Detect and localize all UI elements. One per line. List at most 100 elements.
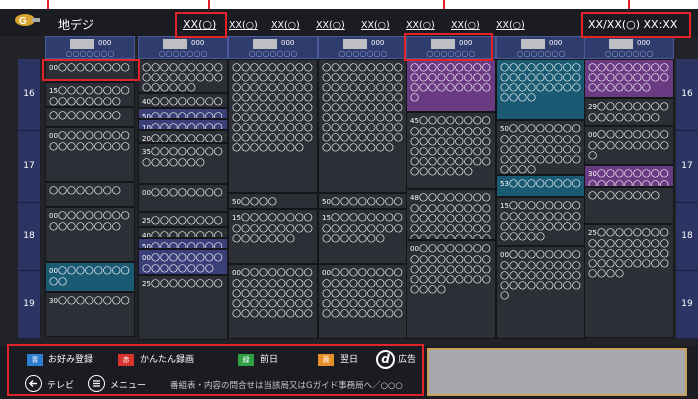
program-cell[interactable]: 50○○○○○○○○○○○○○○○○○○○○○○○○○○○○○○○○○○○○○○…	[496, 120, 586, 175]
program-cell[interactable]: 50○○○○	[228, 193, 318, 209]
yellow-button[interactable]: 黄	[318, 354, 334, 366]
program-start-minute: 15	[322, 214, 331, 222]
date-tab[interactable]: XX(○)	[271, 20, 300, 31]
program-cell[interactable]: ○○○○○○○○○○○○○○○○○○○○○○○○○○○○○○○○○○○○○○○○…	[318, 59, 408, 193]
date-tab[interactable]: XX(○)	[451, 20, 480, 31]
program-title: 48○○○○○○○○○○○○○○○○○○○○○○○○○○○○○○○○○○○○○○…	[410, 192, 492, 239]
program-cell[interactable]: 00○○○○○○○○○○○○○○○○○○	[584, 126, 674, 165]
program-cell[interactable]: 00○○○○○○○○○○○○○○○○○○○○○○○○○○○○○○○○○○○○○○…	[406, 240, 496, 339]
back-arrow-icon[interactable]	[25, 375, 42, 392]
program-cell[interactable]: 10○○○○○○○○	[138, 119, 228, 130]
channel-header[interactable]: 000 ○○○○○○○	[406, 36, 496, 59]
program-title-text: ○○○○○○○○○○○○○○○○○○○○○○○○○○○○○○○○○○○○○○○	[410, 242, 491, 295]
channel-header[interactable]: 000 ○○○○○○○	[496, 36, 586, 59]
program-cell[interactable]: ○○○○○○○○	[45, 107, 135, 127]
program-title-text: ○○○○○○○○	[150, 95, 223, 107]
menu-label: メニュー	[110, 381, 147, 391]
channel-header[interactable]: 000 ○○○○○○○	[584, 36, 674, 59]
program-cell[interactable]: 15○○○○○○○○○○○○○○○○	[45, 82, 135, 107]
date-tab[interactable]: XX(○)	[406, 20, 435, 31]
program-cell[interactable]: ○○○○○○○○○○○○○○○○○○○○○○○○○	[584, 59, 674, 98]
program-cell[interactable]: 30○○○○○○○○○○○○○○○○○○○○○○	[584, 165, 674, 187]
program-title-text: ○○○○○○○○○○○○○○○○	[588, 100, 669, 123]
program-title-text: ○○○○○○○○○○○○○○○○○○○○○○○○○○○○○○○○○○○○	[500, 248, 581, 301]
channel-name: ○○○○○○○	[248, 49, 298, 58]
program-title: ○○○○○○○○○○○○○○○○○○○○○○○○	[142, 62, 224, 92]
program-cell[interactable]: 50○○○○○○○○○○○○○○	[318, 193, 408, 209]
program-cell[interactable]: 29○○○○○○○○○○○○○○○○	[584, 98, 674, 126]
program-cell[interactable]: ○○○○○○○○○○○○○○○○○○○○○○○○○○○○○○○	[496, 59, 586, 120]
program-start-minute: 35	[142, 148, 151, 156]
program-cell[interactable]: 00○○○○○○○○○○○○○○○○	[45, 207, 135, 262]
channel-name: ○○○○○○○	[158, 49, 208, 58]
program-cell[interactable]: 50○○○○○○○○	[138, 238, 228, 249]
program-cell[interactable]: 40○○○○○○○○	[138, 93, 228, 108]
date-tab[interactable]: XX(○)	[496, 20, 525, 31]
program-title-text: ○○○○○○○○○○○○○○○○○○○○○○	[588, 167, 669, 187]
program-title: 00○○○○○○○○○○○○○○○○○○○○○○○○○○○○○○○○○○○○	[500, 248, 582, 301]
program-title-text: ○○○○○○○○○○	[49, 264, 130, 287]
program-cell[interactable]: 00○○○○○○○○○○○○○○○○○○○○○○○○○○○○○○○○○○○○○○…	[228, 264, 318, 339]
hour-text: 17	[681, 161, 693, 171]
program-cell[interactable]: 53○○○○○○○○	[496, 175, 586, 197]
program-cell[interactable]: ○○○○○○○○○○○○○○○○○○○○○○○○○○○○○○○○○○○○○○○○…	[228, 59, 318, 193]
d-button-icon[interactable]: d	[376, 350, 395, 369]
program-start-minute: 00	[322, 269, 331, 277]
program-title-text: ○○○○○○○○○○○○○○○○○○○○○○○○	[322, 211, 403, 244]
program-cell[interactable]: ○○○○○○○○○○○○○○○○○○○○○○○○○○○○	[406, 59, 496, 112]
menu-icon[interactable]	[88, 375, 105, 392]
channel-header[interactable]: 000 ○○○○○○○	[45, 36, 135, 59]
program-cell[interactable]: 15○○○○○○○○○○○○○○○○○○○○○○○○	[228, 209, 318, 264]
program-cell[interactable]: 00○○○○○○○○	[45, 59, 135, 82]
hour-text: 19	[681, 299, 693, 309]
program-cell[interactable]: 25○○○○○○○○	[138, 275, 228, 340]
program-cell[interactable]: 25○○○○○○○○○○○○○○○○○○○○○○○○○○○○○○○○○○○○○○…	[584, 224, 674, 338]
program-cell[interactable]: 00○○○○○○○○	[138, 184, 228, 212]
program-title-text: ○○○○○○○○○○○○○○	[322, 195, 403, 208]
program-cell[interactable]: 15○○○○○○○○○○○○○○○○○○○○○○○○	[318, 209, 408, 264]
program-cell[interactable]: 30○○○○○○○○	[45, 292, 135, 337]
program-cell[interactable]: 15○○○○○○○○○○○○○○○○○○○○○○○○○○○○○○○	[496, 197, 586, 246]
hour-text: 16	[681, 89, 693, 99]
d-button-label: 広告	[398, 355, 417, 365]
channel-name: ○○○○○○○	[338, 49, 388, 58]
program-cell[interactable]: 40○○○○○○○○	[138, 227, 228, 238]
blue-button[interactable]: 青	[27, 354, 43, 366]
hour-label: 18	[676, 203, 698, 271]
program-title-text: ○○○○○○○○○○○○○○○	[142, 145, 223, 168]
program-cell[interactable]: 48○○○○○○○○○○○○○○○○○○○○○○○○○○○○○○○○○○○○○○…	[406, 189, 496, 240]
red-button[interactable]: 赤	[118, 354, 134, 366]
program-title-text: ○○○○○○○○○○○○○○○○○○○○○○○○○	[588, 61, 669, 93]
program-cell[interactable]: 35○○○○○○○○○○○○○○○	[138, 143, 228, 184]
program-cell[interactable]: ○○○○○○○○○○○○○○○○○○○○○○○○	[138, 59, 228, 93]
program-start-minute: 48	[410, 194, 419, 202]
program-cell[interactable]: 00○○○○○○○○○○○○○○○○○○○○○○○○○○○○○○○○○○○○○○…	[318, 264, 408, 339]
program-title: ○○○○○○○○	[588, 190, 670, 201]
program-cell[interactable]: ○○○○○○○○	[584, 187, 674, 224]
program-cell[interactable]: 20○○○○○○○○	[138, 130, 228, 143]
program-cell[interactable]: 25○○○○○○○○	[138, 212, 228, 227]
date-tab[interactable]: XX(○)	[316, 20, 345, 31]
channel-header[interactable]: 000 ○○○○○○○	[228, 36, 318, 59]
program-cell[interactable]: 00○○○○○○○○○○○○○○○○○	[45, 127, 135, 182]
program-cell[interactable]: 45○○○○○○○○○○○○○○○○○○○○○○○○○○○○○○○○○○○○○○…	[406, 112, 496, 189]
program-cell[interactable]: ○○○○○○○○	[45, 182, 135, 207]
program-cell[interactable]: 00○○○○○○○○○○○○○○○○○○○○○○○○○○○○○○○○○○○○	[496, 246, 586, 339]
program-title: ○○○○○○○○○○○○○○○○○○○○○○○○○○○○	[410, 62, 492, 103]
channel-header[interactable]: 000 ○○○○○○○	[138, 36, 228, 59]
program-title: ○○○○○○○○○○○○○○○○○○○○○○○○○○○○○○○○○○○○○○○○…	[322, 62, 404, 153]
program-cell[interactable]: 00○○○○○○○○○○○○○○○○	[138, 249, 228, 275]
green-button[interactable]: 緑	[238, 354, 254, 366]
program-title-text: ○○○○○○○○○○○○○○○○○○	[588, 128, 669, 161]
channel-header[interactable]: 000 ○○○○○○○	[318, 36, 408, 59]
program-title-text: ○○○○○○○○○○○○○○○○○	[49, 129, 130, 152]
date-tab-selected[interactable]: XX(○)	[183, 18, 216, 31]
program-title: 00○○○○○○○○○○○○○○○○	[49, 210, 131, 232]
date-tab[interactable]: XX(○)	[229, 20, 258, 31]
program-title-text: ○○○○○○○○	[150, 121, 223, 130]
program-cell[interactable]: 00○○○○○○○○○○	[45, 262, 135, 292]
program-start-minute: 00	[49, 132, 58, 140]
date-tab[interactable]: XX(○)	[361, 20, 390, 31]
program-cell[interactable]: 50○○○○○○○○	[138, 108, 228, 119]
program-title-text: ○○○○○○○○○○○○○○○○○○○○○○○○○○○○○○○○○○○○○○○○…	[322, 266, 403, 319]
